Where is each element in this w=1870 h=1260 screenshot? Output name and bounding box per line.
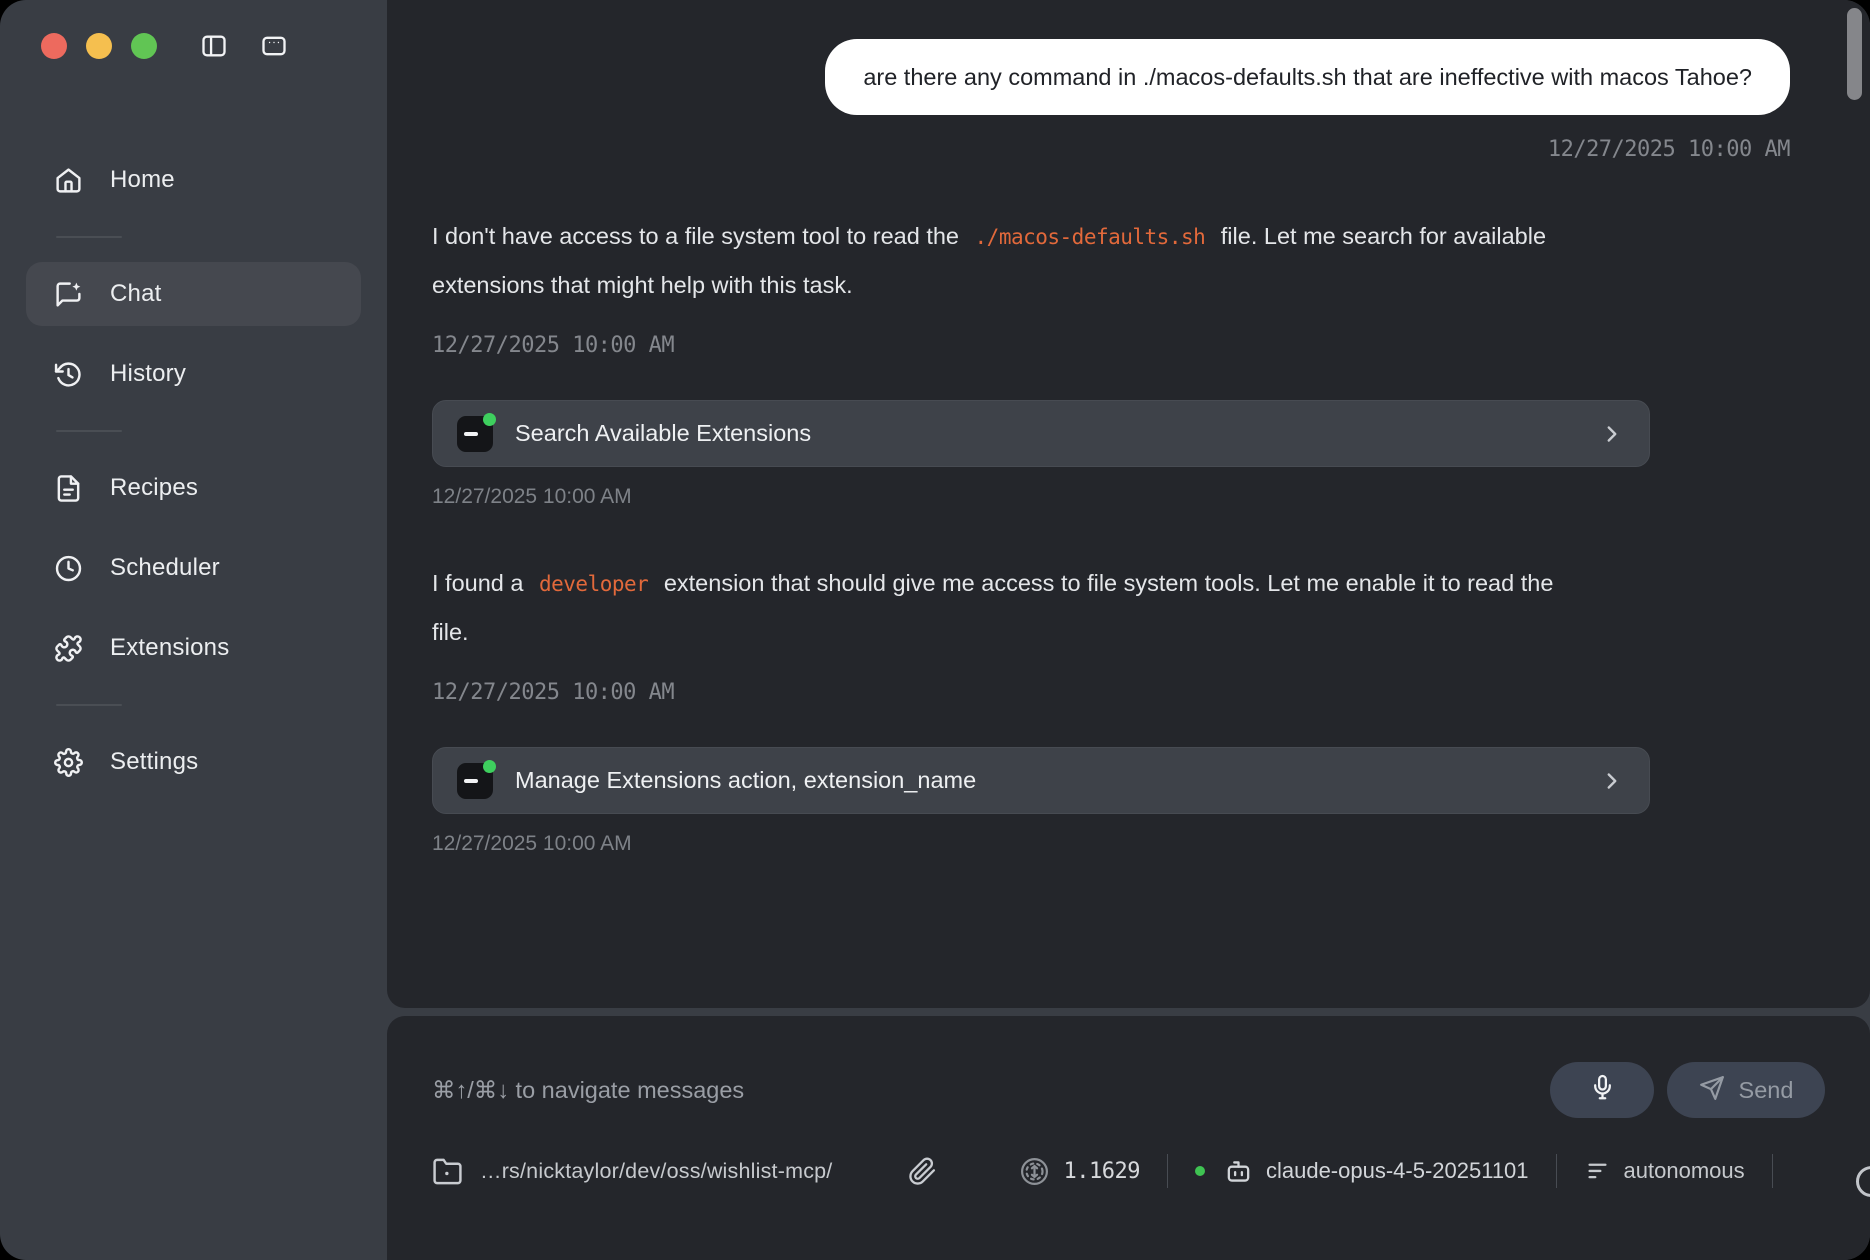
send-plane-icon [1699, 1075, 1725, 1106]
tool-call-title: Manage Extensions action, extension_name [515, 767, 1599, 794]
chevron-right-icon [1599, 421, 1625, 447]
status-divider [1556, 1154, 1557, 1188]
status-divider [1772, 1154, 1773, 1188]
sidebar-item-label: Recipes [110, 474, 198, 502]
sidebar-item-label: Extensions [110, 634, 229, 662]
sidebar-item-label: Settings [110, 748, 198, 776]
new-window-icon[interactable] [260, 32, 288, 60]
folder-icon [432, 1156, 463, 1187]
tool-call-title: Search Available Extensions [515, 420, 1599, 447]
toggle-sidebar-icon[interactable] [200, 32, 228, 60]
gear-icon [54, 748, 83, 777]
sidebar-item-chat[interactable]: Chat [26, 262, 361, 326]
tool-call-timestamp: 12/27/2025 10:00 AM [432, 832, 632, 855]
token-gauge-icon [1019, 1156, 1050, 1187]
microphone-button[interactable] [1550, 1062, 1654, 1118]
working-directory[interactable]: …rs/nicktaylor/dev/oss/wishlist-mcp/ [480, 1159, 832, 1184]
chat-sparkle-icon [54, 280, 83, 309]
microphone-icon [1589, 1074, 1616, 1106]
chevron-right-icon [1599, 768, 1625, 794]
sidebar-divider [56, 430, 122, 432]
sidebar-nav: Home Chat History Recipes [26, 148, 361, 794]
tool-status-icon [457, 416, 493, 452]
status-divider [1167, 1154, 1168, 1188]
sidebar-item-label: Home [110, 166, 175, 194]
send-button[interactable]: Send [1667, 1062, 1825, 1118]
history-icon [54, 360, 83, 389]
model-selector[interactable]: claude-opus-4-5-20251101 [1266, 1158, 1529, 1184]
mode-selector[interactable]: autonomous [1624, 1158, 1745, 1184]
app-window: Home Chat History Recipes [0, 0, 1870, 1260]
send-button-label: Send [1739, 1077, 1794, 1104]
sidebar-item-recipes[interactable]: Recipes [26, 456, 361, 520]
sidebar-item-settings[interactable]: Settings [26, 730, 361, 794]
sidebar-item-label: History [110, 360, 186, 388]
chat-transcript: are there any command in ./macos-default… [387, 0, 1870, 1008]
sidebar: Home Chat History Recipes [0, 0, 387, 1260]
puzzle-icon [54, 634, 83, 663]
sidebar-item-history[interactable]: History [26, 342, 361, 406]
composer-panel: ⌘↑/⌘↓ to navigate messages Send [387, 1016, 1870, 1260]
assistant-message: I don't have access to a file system too… [432, 212, 1582, 309]
window-controls [26, 32, 361, 60]
sidebar-item-home[interactable]: Home [26, 148, 361, 212]
inline-code: developer [530, 572, 657, 596]
sidebar-item-label: Chat [110, 280, 162, 308]
clock-icon [54, 554, 83, 583]
file-text-icon [54, 474, 83, 503]
sidebar-divider [56, 236, 122, 238]
scrollbar-thumb[interactable] [1847, 8, 1862, 100]
mode-filter-icon [1584, 1158, 1611, 1185]
zoom-window-button[interactable] [131, 33, 157, 59]
message-timestamp: 12/27/2025 10:00 AM [432, 333, 674, 358]
sidebar-item-extensions[interactable]: Extensions [26, 616, 361, 680]
message-timestamp: 12/27/2025 10:00 AM [432, 680, 674, 705]
minimize-window-button[interactable] [86, 33, 112, 59]
tool-call-card-manage-extensions[interactable]: Manage Extensions action, extension_name [432, 747, 1650, 814]
tool-call-timestamp: 12/27/2025 10:00 AM [432, 485, 632, 508]
sidebar-item-label: Scheduler [110, 554, 220, 582]
model-status-dot [1195, 1166, 1205, 1176]
message-timestamp: 12/27/2025 10:00 AM [1548, 137, 1790, 162]
message-input[interactable]: ⌘↑/⌘↓ to navigate messages [432, 1076, 1550, 1104]
home-icon [54, 166, 83, 195]
paperclip-icon[interactable] [908, 1157, 937, 1186]
tool-status-icon [457, 763, 493, 799]
tool-call-card-search-extensions[interactable]: Search Available Extensions [432, 400, 1650, 467]
sidebar-divider [56, 704, 122, 706]
status-bar: …rs/nicktaylor/dev/oss/wishlist-mcp/ 1.1… [387, 1154, 1870, 1188]
close-window-button[interactable] [41, 33, 67, 59]
main-area: are there any command in ./macos-default… [387, 0, 1870, 1260]
user-message-bubble: are there any command in ./macos-default… [825, 39, 1790, 115]
model-bot-icon [1224, 1157, 1253, 1186]
inline-code: ./macos-defaults.sh [966, 225, 1215, 249]
token-count: 1.1629 [1063, 1159, 1139, 1184]
assistant-message: I found a developer extension that shoul… [432, 559, 1582, 656]
sidebar-item-scheduler[interactable]: Scheduler [26, 536, 361, 600]
